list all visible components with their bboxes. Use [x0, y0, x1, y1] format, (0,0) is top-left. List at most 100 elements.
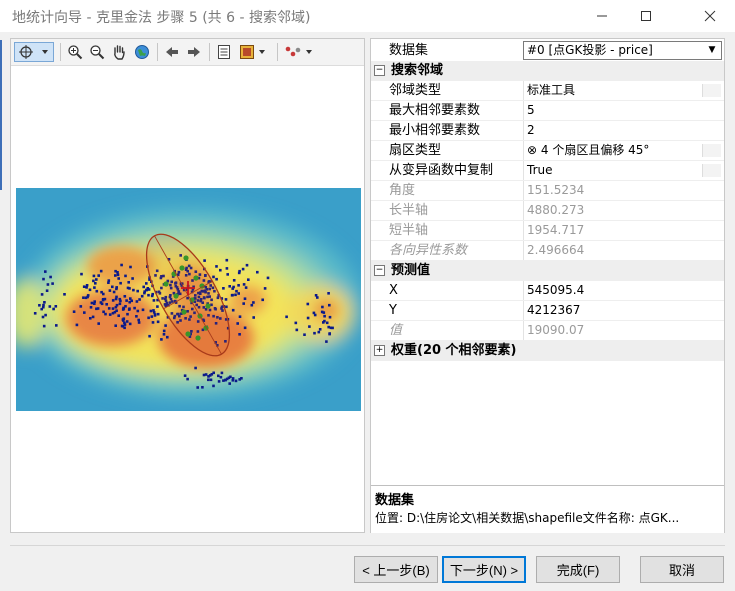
maximize-button[interactable]: [624, 0, 668, 32]
data-point: [105, 303, 108, 306]
data-point: [241, 267, 245, 271]
data-point: [119, 281, 122, 285]
data-point: [148, 334, 151, 338]
data-point: [234, 379, 238, 383]
select-icon: [19, 45, 48, 59]
data-point: [242, 302, 245, 305]
data-point: [325, 321, 329, 325]
data-point: [88, 288, 92, 292]
sector-type-row[interactable]: 扇区类型 ⊗ 4 个扇区且偏移 45°: [371, 141, 724, 161]
data-point: [224, 298, 228, 301]
dropdown-icon[interactable]: [702, 144, 721, 157]
collapse-icon[interactable]: −: [374, 65, 385, 76]
data-point: [242, 283, 246, 286]
symbol-dropdown-button[interactable]: [282, 42, 318, 62]
back-button[interactable]: [162, 42, 182, 62]
data-point: [115, 287, 118, 291]
data-point: [228, 285, 231, 288]
x-coordinate-row[interactable]: X 545095.4: [371, 281, 724, 301]
y-value[interactable]: 4212367: [523, 301, 721, 320]
max-neighbors-row[interactable]: 最大相邻要素数 5: [371, 101, 724, 121]
y-label: Y: [389, 303, 397, 318]
footer-divider: [10, 545, 725, 546]
data-point: [38, 304, 41, 307]
data-point: [41, 315, 45, 319]
data-point: [194, 366, 197, 370]
data-point: [250, 303, 254, 307]
predicted-value-category[interactable]: − 预测值: [371, 261, 724, 281]
data-point: [92, 274, 96, 278]
data-point: [266, 276, 270, 280]
neighborhood-type-row[interactable]: 邻域类型 标准工具: [371, 81, 724, 101]
weights-category[interactable]: + 权重(20 个相邻要素): [371, 341, 724, 361]
finish-button[interactable]: 完成(F): [536, 556, 620, 583]
data-point: [245, 263, 249, 267]
maximize-icon: [641, 11, 651, 21]
close-button[interactable]: [688, 0, 732, 32]
zoom-out-icon: [90, 45, 105, 60]
data-point: [217, 380, 221, 383]
data-point: [147, 293, 150, 297]
data-point: [137, 318, 140, 322]
cancel-button[interactable]: 取消: [640, 556, 724, 583]
back-step-button[interactable]: < 上一步(B): [354, 556, 438, 583]
min-neighbors-row[interactable]: 最小相邻要素数 2: [371, 121, 724, 141]
search-neighborhood-map[interactable]: [16, 188, 361, 411]
data-point: [124, 274, 127, 278]
data-point: [126, 312, 129, 316]
data-point: [252, 301, 255, 304]
data-point: [52, 307, 55, 311]
anisotropy-factor-label: 各向异性系数: [389, 243, 468, 258]
data-point: [111, 307, 115, 310]
full-extent-button[interactable]: [132, 42, 152, 62]
dropdown-icon[interactable]: [702, 84, 721, 97]
sector-type-value[interactable]: ⊗ 4 个扇区且偏移 45°: [523, 141, 721, 160]
data-point: [321, 305, 324, 309]
next-step-button[interactable]: 下一步(N) >: [442, 556, 526, 583]
zoom-out-button[interactable]: [87, 42, 107, 62]
data-point: [232, 285, 235, 289]
legend-dropdown-button[interactable]: [237, 42, 271, 62]
select-tool-button[interactable]: [14, 42, 54, 62]
max-neighbors-value[interactable]: 5: [523, 101, 721, 120]
data-point: [215, 277, 218, 281]
data-point: [162, 329, 166, 333]
table-button[interactable]: [214, 42, 234, 62]
angle-label: 角度: [389, 183, 416, 198]
data-point: [156, 312, 160, 316]
data-point: [212, 384, 215, 388]
x-value[interactable]: 545095.4: [523, 281, 721, 300]
data-point: [51, 282, 54, 285]
pan-button[interactable]: [109, 42, 129, 62]
search-neighborhood-category[interactable]: − 搜索邻域: [371, 61, 724, 81]
forward-button[interactable]: [184, 42, 204, 62]
data-point: [44, 270, 47, 273]
dataset-select[interactable]: #0 [点GK投影 - price] ▼: [523, 41, 722, 60]
data-point: [131, 277, 134, 280]
copy-from-variogram-row[interactable]: 从变异函数中复制 True: [371, 161, 724, 181]
data-point: [55, 324, 58, 327]
data-point: [151, 321, 155, 324]
collapse-icon[interactable]: −: [374, 265, 385, 276]
data-point: [135, 315, 138, 318]
data-point: [232, 279, 236, 282]
legend-icon: [240, 45, 265, 59]
dropdown-icon[interactable]: [702, 164, 721, 177]
description-text: 位置: D:\住房论文\相关数据\shapefile文件名称: 点GK...: [375, 511, 680, 525]
data-point: [212, 275, 215, 279]
data-point: [141, 308, 145, 312]
y-coordinate-row[interactable]: Y 4212367: [371, 301, 724, 321]
expand-icon[interactable]: +: [374, 345, 385, 356]
data-point: [201, 386, 204, 389]
dataset-label: 数据集: [389, 43, 429, 58]
data-point: [317, 330, 321, 334]
zoom-in-button[interactable]: [65, 42, 85, 62]
minimize-button[interactable]: [580, 0, 624, 32]
neighborhood-type-value[interactable]: 标准工具: [523, 81, 721, 100]
copy-from-variogram-value[interactable]: True: [523, 161, 721, 180]
data-point: [93, 286, 96, 289]
min-neighbors-value[interactable]: 2: [523, 121, 721, 140]
data-point: [114, 274, 117, 277]
data-point: [93, 302, 96, 305]
data-point: [86, 294, 90, 297]
